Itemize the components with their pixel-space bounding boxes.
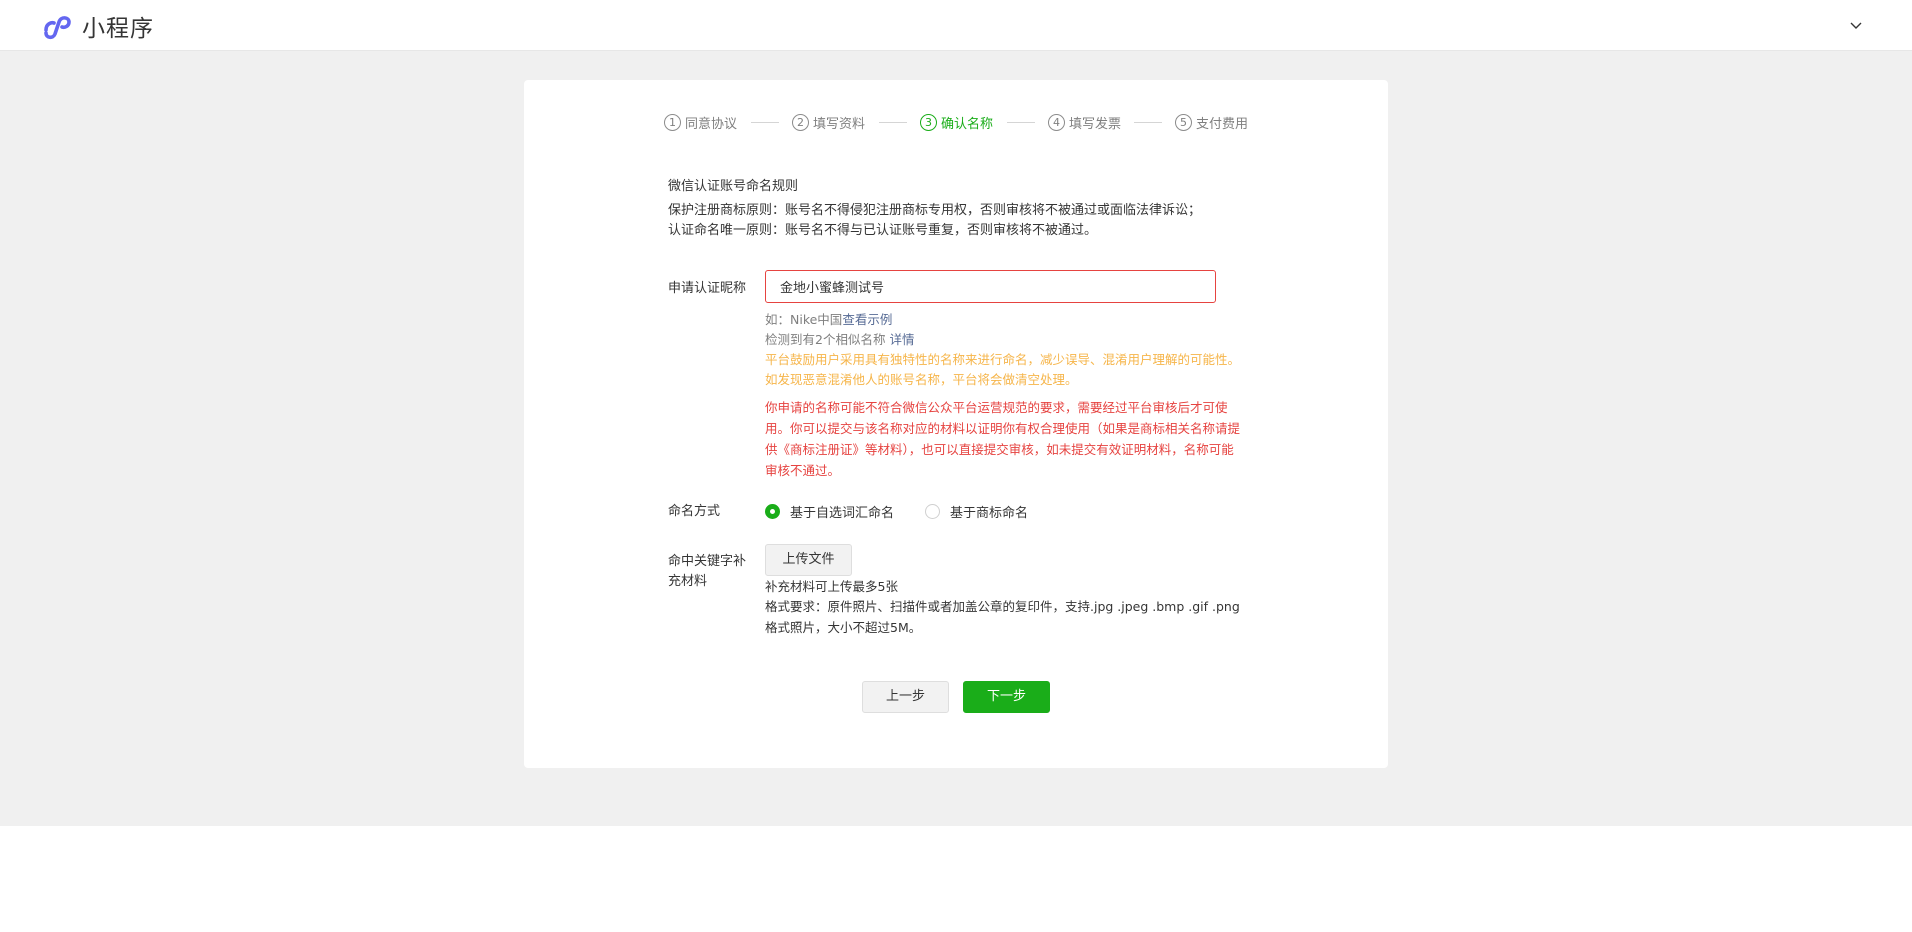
- upload-label-line: 命中关键字补: [668, 554, 747, 569]
- app-logo[interactable]: 小程序: [42, 11, 154, 42]
- naming-rules: 微信认证账号命名规则 保护注册商标原则：账号名不得侵犯注册商标专用权，否则审核将…: [668, 177, 1201, 241]
- step-label: 确认名称: [941, 116, 994, 132]
- upload-label-line: 充材料: [668, 574, 708, 589]
- step-number: 3: [920, 113, 937, 131]
- step-1: 1 同意协议: [664, 112, 737, 132]
- step-divider: [879, 122, 907, 123]
- step-5: 5 支付费用: [1175, 112, 1248, 132]
- rules-line: 保护注册商标原则：账号名不得侵犯注册商标专用权，否则审核将不被通过或面临法律诉讼…: [668, 203, 1202, 218]
- orange-tip-line: 平台鼓励用户采用具有独特性的名称来进行命名，减少误导、混淆用户理解的可能性。: [765, 352, 1241, 367]
- step-number: 4: [1048, 113, 1065, 131]
- top-header: 小程序: [0, 0, 1912, 51]
- red-warning-line: 供《商标注册证》等材料），也可以直接提交审核，如未提交有效证明材料，名称可能: [765, 442, 1234, 457]
- orange-tip-line: 如发现恶意混淆他人的账号名称，平台将会做清空处理。: [765, 372, 1078, 387]
- radio-label: 基于商标命名: [950, 506, 1029, 521]
- next-step-button[interactable]: 下一步: [963, 681, 1050, 713]
- radio-label: 基于自选词汇命名: [790, 506, 895, 521]
- rules-line: 认证命名唯一原则：账号名不得与已认证账号重复，否则审核将不被通过。: [668, 223, 1098, 238]
- step-number: 5: [1175, 113, 1192, 131]
- prev-step-button[interactable]: 上一步: [862, 681, 949, 713]
- radio-trademark[interactable]: 基于商标命名: [925, 502, 1028, 521]
- step-divider: [1007, 122, 1035, 123]
- miniprogram-logo-icon: [44, 16, 71, 40]
- name-label: 申请认证昵称: [668, 281, 747, 296]
- upload-tip: 补充材料可上传最多5张: [765, 579, 898, 594]
- step-number: 2: [792, 113, 809, 131]
- step-3: 3 确认名称: [920, 112, 993, 132]
- step-4: 4 填写发票: [1048, 112, 1121, 132]
- app-title: 小程序: [82, 16, 154, 42]
- upload-label: 命中关键字补 充材料: [668, 552, 746, 592]
- name-input[interactable]: [765, 270, 1216, 303]
- naming-method-label: 命名方式: [668, 504, 721, 519]
- step-label: 支付费用: [1196, 116, 1249, 132]
- details-link[interactable]: 详情: [889, 332, 914, 347]
- upload-file-button[interactable]: 上传文件: [765, 544, 852, 576]
- radio-checked-icon[interactable]: [765, 504, 780, 519]
- radio-self-chosen[interactable]: 基于自选词汇命名: [765, 502, 894, 521]
- step-label: 填写资料: [813, 116, 866, 132]
- step-2: 2 填写资料: [792, 112, 865, 132]
- chevron-down-icon[interactable]: [1848, 17, 1864, 33]
- radio-unchecked-icon[interactable]: [925, 504, 941, 519]
- upload-tip: 格式照片，大小不超过5M。: [765, 620, 922, 635]
- view-example-link[interactable]: 查看示例: [842, 312, 892, 327]
- red-warning-line: 用。你可以提交与该名称对应的材料以证明你有权合理使用（如果是商标相关名称请提: [765, 421, 1241, 436]
- example-prefix: 如：Nike中国: [765, 312, 843, 327]
- step-label: 同意协议: [685, 116, 738, 132]
- naming-method-radio-group: 基于自选词汇命名 基于商标命名: [765, 502, 1028, 521]
- red-warning-line: 审核不通过。: [765, 463, 841, 478]
- step-label: 填写发票: [1069, 116, 1122, 132]
- similar-text: 检测到有2个相似名称: [765, 332, 886, 347]
- red-warning-line: 你申请的名称可能不符合微信公众平台运营规范的要求，需要经过平台审核后才可使: [765, 400, 1228, 415]
- example-tip: 如：Nike中国查看示例: [765, 309, 892, 330]
- upload-tip: 格式要求：原件照片、扫描件或者加盖公章的复印件，支持.jpg .jpeg .bm…: [765, 599, 1240, 614]
- rules-title: 微信认证账号命名规则: [668, 179, 799, 194]
- similar-name-tip: 检测到有2个相似名称 详情: [765, 329, 914, 350]
- step-number: 1: [664, 113, 681, 131]
- step-divider: [751, 122, 779, 123]
- step-divider: [1134, 122, 1162, 123]
